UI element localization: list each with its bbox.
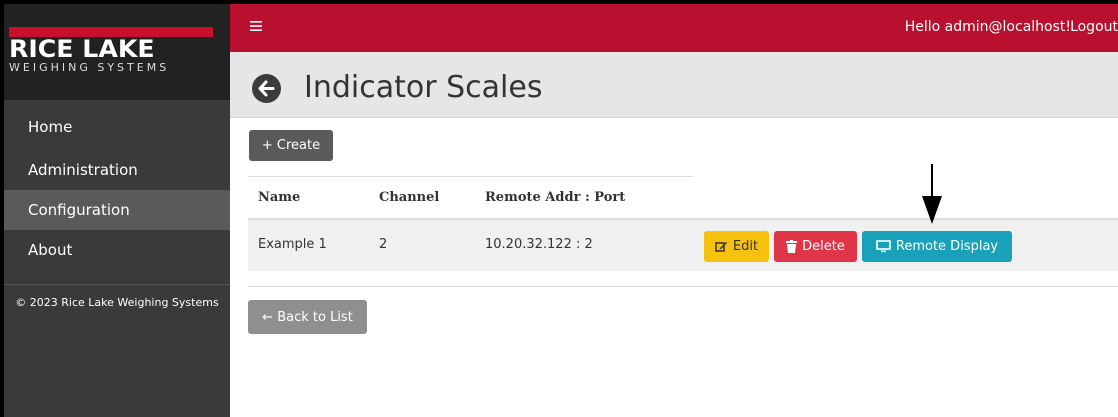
logout-link[interactable]: Logout (1070, 19, 1118, 35)
column-header-remote: Remote Addr : Port (485, 190, 626, 205)
sidebar-item-about[interactable]: About (4, 230, 230, 270)
top-navbar: Hello admin@localhost! Logout (230, 4, 1118, 52)
edit-icon (715, 240, 728, 253)
column-header-name: Name (258, 190, 301, 205)
edit-label: Edit (732, 239, 759, 254)
trash-icon (786, 240, 798, 253)
sidebar-item-configuration[interactable]: Configuration (4, 190, 230, 230)
table-top-border (248, 176, 693, 177)
hamburger-icon[interactable] (250, 18, 262, 36)
remote-display-label: Remote Display (895, 239, 999, 254)
sidebar: RICE LAKE WEIGHING SYSTEMS Home Administ… (4, 4, 230, 417)
user-greeting[interactable]: Hello admin@localhost! (905, 19, 1071, 35)
cell-remote-addr: 10.20.32.122 : 2 (485, 237, 593, 252)
edit-button[interactable]: Edit (704, 231, 769, 262)
page-header: Indicator Scales (230, 52, 1118, 118)
arrow-left-circle-icon[interactable] (252, 74, 281, 103)
column-header-channel: Channel (379, 190, 440, 205)
brand-logo[interactable]: RICE LAKE WEIGHING SYSTEMS (4, 4, 230, 100)
annotation-arrow-shaft (931, 164, 933, 197)
app-window: RICE LAKE WEIGHING SYSTEMS Home Administ… (0, 0, 1118, 417)
cell-name: Example 1 (258, 237, 327, 252)
monitor-icon (876, 240, 891, 253)
sidebar-divider (4, 284, 230, 285)
delete-label: Delete (802, 239, 845, 254)
logo-name: RICE LAKE (9, 35, 155, 63)
logo-subtitle: WEIGHING SYSTEMS (9, 61, 170, 74)
table-bottom-border (248, 286, 1118, 287)
back-to-list-button[interactable]: ← Back to List (248, 300, 367, 334)
sidebar-nav: Home Administration Configuration About (4, 112, 230, 270)
delete-button[interactable]: Delete (774, 231, 857, 262)
cell-channel: 2 (379, 237, 388, 252)
annotation-arrow-head (922, 196, 942, 224)
copyright-text: © 2023 Rice Lake Weighing Systems (15, 296, 219, 309)
remote-display-button[interactable]: Remote Display (862, 231, 1012, 262)
sidebar-item-administration[interactable]: Administration (4, 150, 230, 190)
sidebar-item-home[interactable]: Home (4, 112, 230, 150)
create-button[interactable]: + Create (249, 130, 333, 161)
page-title: Indicator Scales (304, 70, 543, 105)
